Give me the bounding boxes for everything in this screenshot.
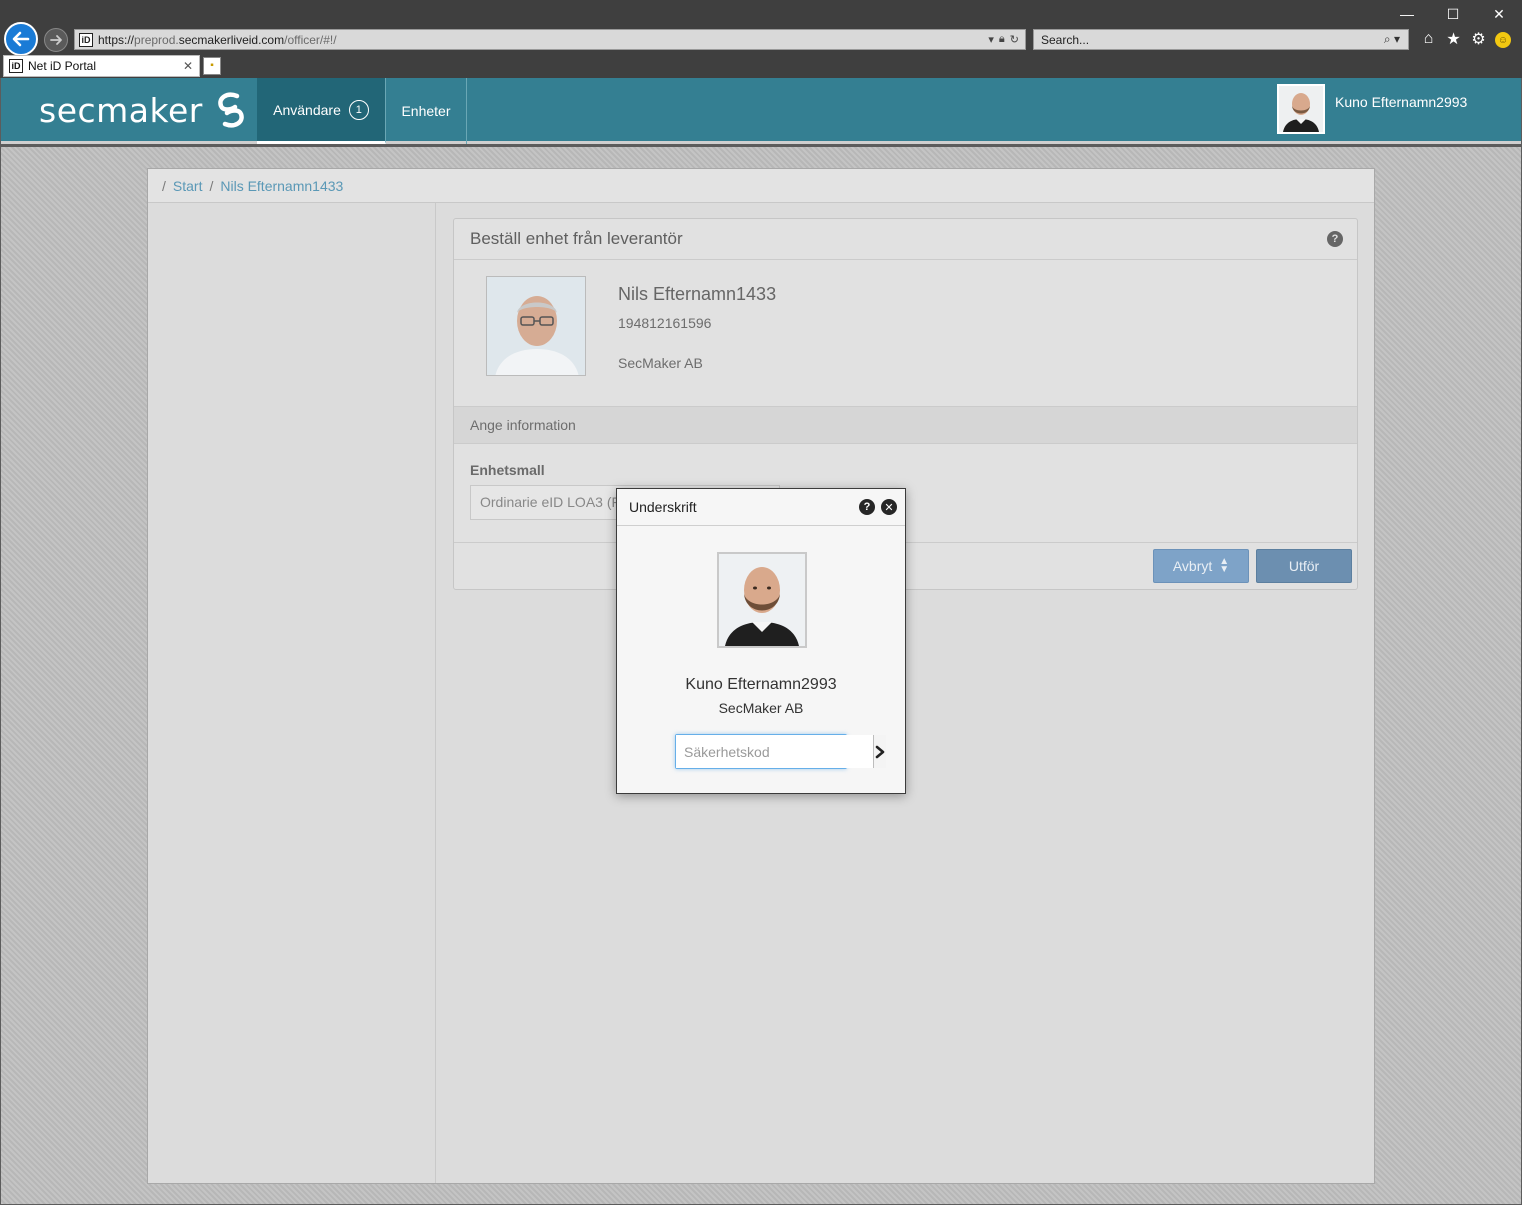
forward-button[interactable]	[44, 28, 68, 52]
browser-search-box[interactable]: Search... ⌕ ▾	[1033, 29, 1409, 50]
refresh-icon[interactable]: ↻	[1010, 33, 1019, 46]
app-navbar: secmaker Användare 1 Enheter Kuno Eftern…	[1, 78, 1521, 144]
browser-tab[interactable]: iD Net iD Portal ✕	[3, 55, 200, 77]
person-card: Nils Efternamn1433 194812161596 SecMaker…	[454, 260, 1357, 407]
site-favicon-icon: iD	[79, 32, 93, 47]
url-subdomain: preprod.	[134, 32, 179, 47]
favorites-star-icon[interactable]: ★	[1445, 28, 1462, 50]
logo-text: secmaker	[39, 90, 203, 130]
home-icon[interactable]: ⌂	[1420, 28, 1437, 50]
address-bar-icons: ▾ 🔒︎ ↻	[988, 33, 1025, 46]
signer-organization: SecMaker AB	[718, 700, 804, 716]
user-name: Kuno Efternamn2993	[1335, 94, 1468, 110]
secmaker-logo[interactable]: secmaker	[39, 90, 249, 130]
user-menu[interactable]: Kuno Efternamn2993	[1277, 84, 1467, 134]
user-portrait-icon	[1279, 86, 1323, 132]
signature-dialog: Underskrift ? ✕ Kuno Efternamn2993 SecMa…	[616, 488, 906, 794]
breadcrumb-separator: /	[209, 177, 214, 194]
dropdown-icon[interactable]: ▾	[988, 33, 994, 46]
submit-button[interactable]: Utför	[1256, 549, 1352, 583]
maximize-icon[interactable]: ☐	[1430, 0, 1476, 28]
arrow-left-icon	[12, 31, 30, 47]
person-portrait-icon	[487, 277, 585, 375]
person-id-number: 194812161596	[618, 315, 712, 331]
url-prefix: https://	[98, 32, 135, 47]
search-placeholder: Search...	[1041, 32, 1090, 47]
dialog-title: Underskrift	[629, 499, 697, 515]
cancel-button-label: Avbryt	[1172, 558, 1213, 574]
breadcrumb-user[interactable]: Nils Efternamn1433	[220, 178, 343, 194]
sort-caret-icon: ▲ ▼	[1219, 556, 1230, 575]
tab-close-icon[interactable]: ✕	[181, 59, 195, 73]
chevron-right-icon	[875, 745, 885, 758]
dialog-help-icon[interactable]: ?	[859, 499, 875, 515]
section-heading: Ange information	[454, 407, 1357, 444]
back-button[interactable]	[4, 22, 38, 56]
panel-title: Beställ enhet från leverantör	[470, 229, 683, 248]
person-photo	[486, 276, 586, 376]
help-icon[interactable]: ?	[1327, 231, 1343, 247]
nav-users-badge: 1	[348, 99, 369, 120]
signer-name: Kuno Efternamn2993	[685, 676, 837, 693]
submit-code-button[interactable]	[873, 735, 886, 768]
new-tab-icon[interactable]: ▪	[203, 57, 221, 75]
dialog-header: Underskrift ? ✕	[617, 489, 905, 526]
sidebar	[148, 203, 436, 1183]
security-code-group	[675, 734, 886, 769]
url-domain: secmakerliveid.com	[178, 32, 285, 47]
feedback-smiley-icon[interactable]: ☺	[1495, 32, 1511, 48]
nav-tab-users[interactable]: Användare 1	[257, 78, 386, 144]
security-code-input[interactable]	[676, 735, 873, 768]
breadcrumb-start[interactable]: Start	[173, 178, 203, 194]
cancel-button[interactable]: Avbryt ▲ ▼	[1153, 549, 1249, 583]
nav-tab-users-label: Användare	[273, 101, 341, 118]
close-window-icon[interactable]: ✕	[1476, 0, 1522, 28]
arrow-right-icon	[50, 35, 62, 45]
address-bar[interactable]: iD https://preprod.secmakerliveid.com/of…	[74, 29, 1026, 50]
person-name: Nils Efternamn1433	[618, 284, 777, 304]
nav-tab-devices[interactable]: Enheter	[386, 78, 467, 144]
panel-header: Beställ enhet från leverantör ?	[454, 219, 1357, 260]
template-field-label: Enhetsmall	[470, 462, 545, 478]
lock-icon[interactable]: 🔒︎	[999, 33, 1005, 46]
person-organization: SecMaker AB	[618, 355, 703, 371]
signer-photo	[717, 552, 807, 648]
search-icon[interactable]: ⌕ ▾	[1384, 32, 1408, 47]
nav-tab-devices-label: Enheter	[401, 103, 451, 119]
url-path: /officer/#!/	[284, 32, 337, 47]
url-text[interactable]: https://preprod.secmakerliveid.com/offic…	[98, 33, 988, 47]
breadcrumb-separator: /	[162, 177, 166, 194]
dialog-close-icon[interactable]: ✕	[881, 499, 897, 515]
dialog-header-icons: ? ✕	[859, 499, 897, 515]
signer-portrait-icon	[719, 554, 805, 646]
tab-favicon-icon: iD	[9, 59, 23, 73]
breadcrumb: / Start / Nils Efternamn1433	[148, 169, 1374, 203]
settings-gear-icon[interactable]: ⚙	[1470, 28, 1487, 50]
user-avatar	[1277, 84, 1325, 134]
tab-title: Net iD Portal	[28, 59, 97, 73]
browser-chrome: — ☐ ✕ iD https://preprod.secmakerliveid.…	[0, 0, 1522, 78]
logo-mark-icon	[218, 92, 244, 128]
minimize-icon[interactable]: —	[1384, 0, 1430, 28]
window-controls: — ☐ ✕	[1384, 0, 1522, 28]
browser-toolbar: ⌂ ★ ⚙ ☺	[1420, 28, 1511, 50]
